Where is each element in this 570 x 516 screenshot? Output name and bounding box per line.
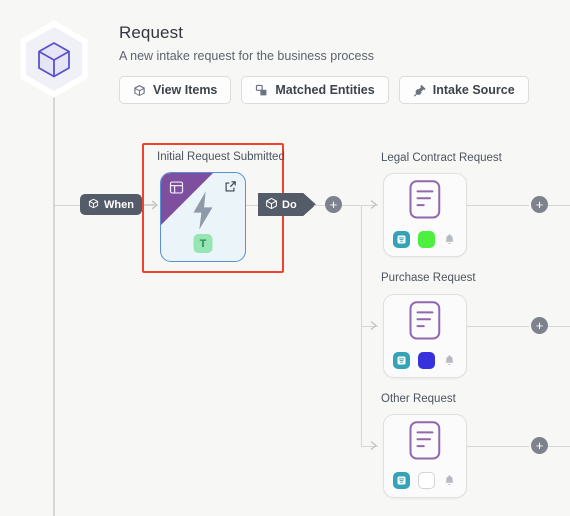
add-step-other-request-button[interactable]: +	[531, 437, 548, 454]
external-link-icon[interactable]	[224, 180, 237, 198]
page-subtitle: A new intake request for the business pr…	[119, 49, 375, 63]
branch-label-purchase-request: Purchase Request	[381, 272, 476, 284]
trigger-node-label: Initial Request Submitted	[157, 151, 285, 163]
branch-1-arrow	[370, 199, 378, 210]
branch-badges	[393, 352, 456, 369]
branch-badges	[393, 472, 456, 489]
cube-icon	[265, 197, 278, 213]
bell-icon[interactable]	[443, 233, 456, 246]
branch-3-tail-line	[548, 445, 570, 447]
branch-card-legal-contract-request[interactable]	[383, 173, 467, 257]
lightning-bolt-icon	[190, 191, 216, 235]
status-color-badge[interactable]	[418, 472, 435, 489]
trigger-node-card[interactable]: T	[160, 172, 246, 262]
intake-source-button[interactable]: Intake Source	[398, 76, 529, 104]
branch-badges	[393, 231, 456, 248]
workflow-canvas: Request A new intake request for the bus…	[0, 0, 570, 516]
branch-3-outbound-line	[467, 445, 529, 447]
branch-label-legal-contract-request: Legal Contract Request	[381, 152, 502, 164]
document-lines-icon	[409, 301, 442, 346]
when-pill-label: When	[104, 198, 134, 211]
when-pill[interactable]: When	[80, 194, 142, 215]
branch-2-arrow	[370, 320, 378, 331]
filter-badge[interactable]	[393, 472, 410, 489]
filter-badge[interactable]	[393, 352, 410, 369]
branch-card-other-request[interactable]	[383, 414, 467, 498]
add-step-after-trigger-button[interactable]: +	[325, 196, 342, 213]
bell-icon[interactable]	[443, 474, 456, 487]
page-title: Request	[119, 23, 184, 42]
cube-hexagon-icon	[18, 20, 90, 98]
layout-panel-icon	[169, 180, 184, 200]
plus-icon: +	[535, 196, 544, 212]
add-step-legal-contract-request-button[interactable]: +	[531, 196, 548, 213]
plus-icon: +	[329, 196, 338, 212]
branch-card-purchase-request[interactable]	[383, 294, 467, 378]
bell-icon[interactable]	[443, 354, 456, 367]
filter-badge[interactable]	[393, 231, 410, 248]
branch-2-tail-line	[548, 325, 570, 327]
matched-entities-label: Matched Entities	[275, 83, 375, 97]
view-items-label: View Items	[153, 83, 218, 97]
copy-stack-icon	[255, 84, 268, 97]
status-color-badge[interactable]	[418, 352, 435, 369]
header-button-row: View Items Matched Entities Intake Sourc…	[119, 76, 549, 104]
branch-2-outbound-line	[467, 325, 529, 327]
view-items-button[interactable]: View Items	[119, 76, 232, 104]
branch-label-other-request: Other Request	[381, 393, 456, 405]
branch-3-arrow	[370, 440, 378, 451]
plus-icon: +	[535, 437, 544, 453]
branch-1-tail-line	[548, 204, 570, 206]
do-pill-label: Do	[282, 198, 297, 211]
plug-icon	[413, 84, 426, 97]
trigger-type-badge: T	[193, 234, 213, 253]
add-step-purchase-request-button[interactable]: +	[531, 317, 548, 334]
entity-header: Request A new intake request for the bus…	[119, 22, 549, 104]
matched-entities-button[interactable]: Matched Entities	[241, 76, 389, 104]
intake-source-label: Intake Source	[432, 83, 515, 97]
trunk-vertical-line	[53, 85, 55, 516]
branch-stem-line	[342, 204, 362, 206]
cube-icon	[133, 84, 146, 97]
cube-icon	[88, 198, 99, 212]
plus-icon: +	[535, 317, 544, 333]
do-pill[interactable]: Do	[258, 193, 316, 216]
document-lines-icon	[409, 180, 442, 225]
branch-1-outbound-line	[467, 204, 529, 206]
document-lines-icon	[409, 421, 442, 466]
trigger-to-do-line	[246, 204, 260, 206]
status-color-badge[interactable]	[418, 231, 435, 248]
